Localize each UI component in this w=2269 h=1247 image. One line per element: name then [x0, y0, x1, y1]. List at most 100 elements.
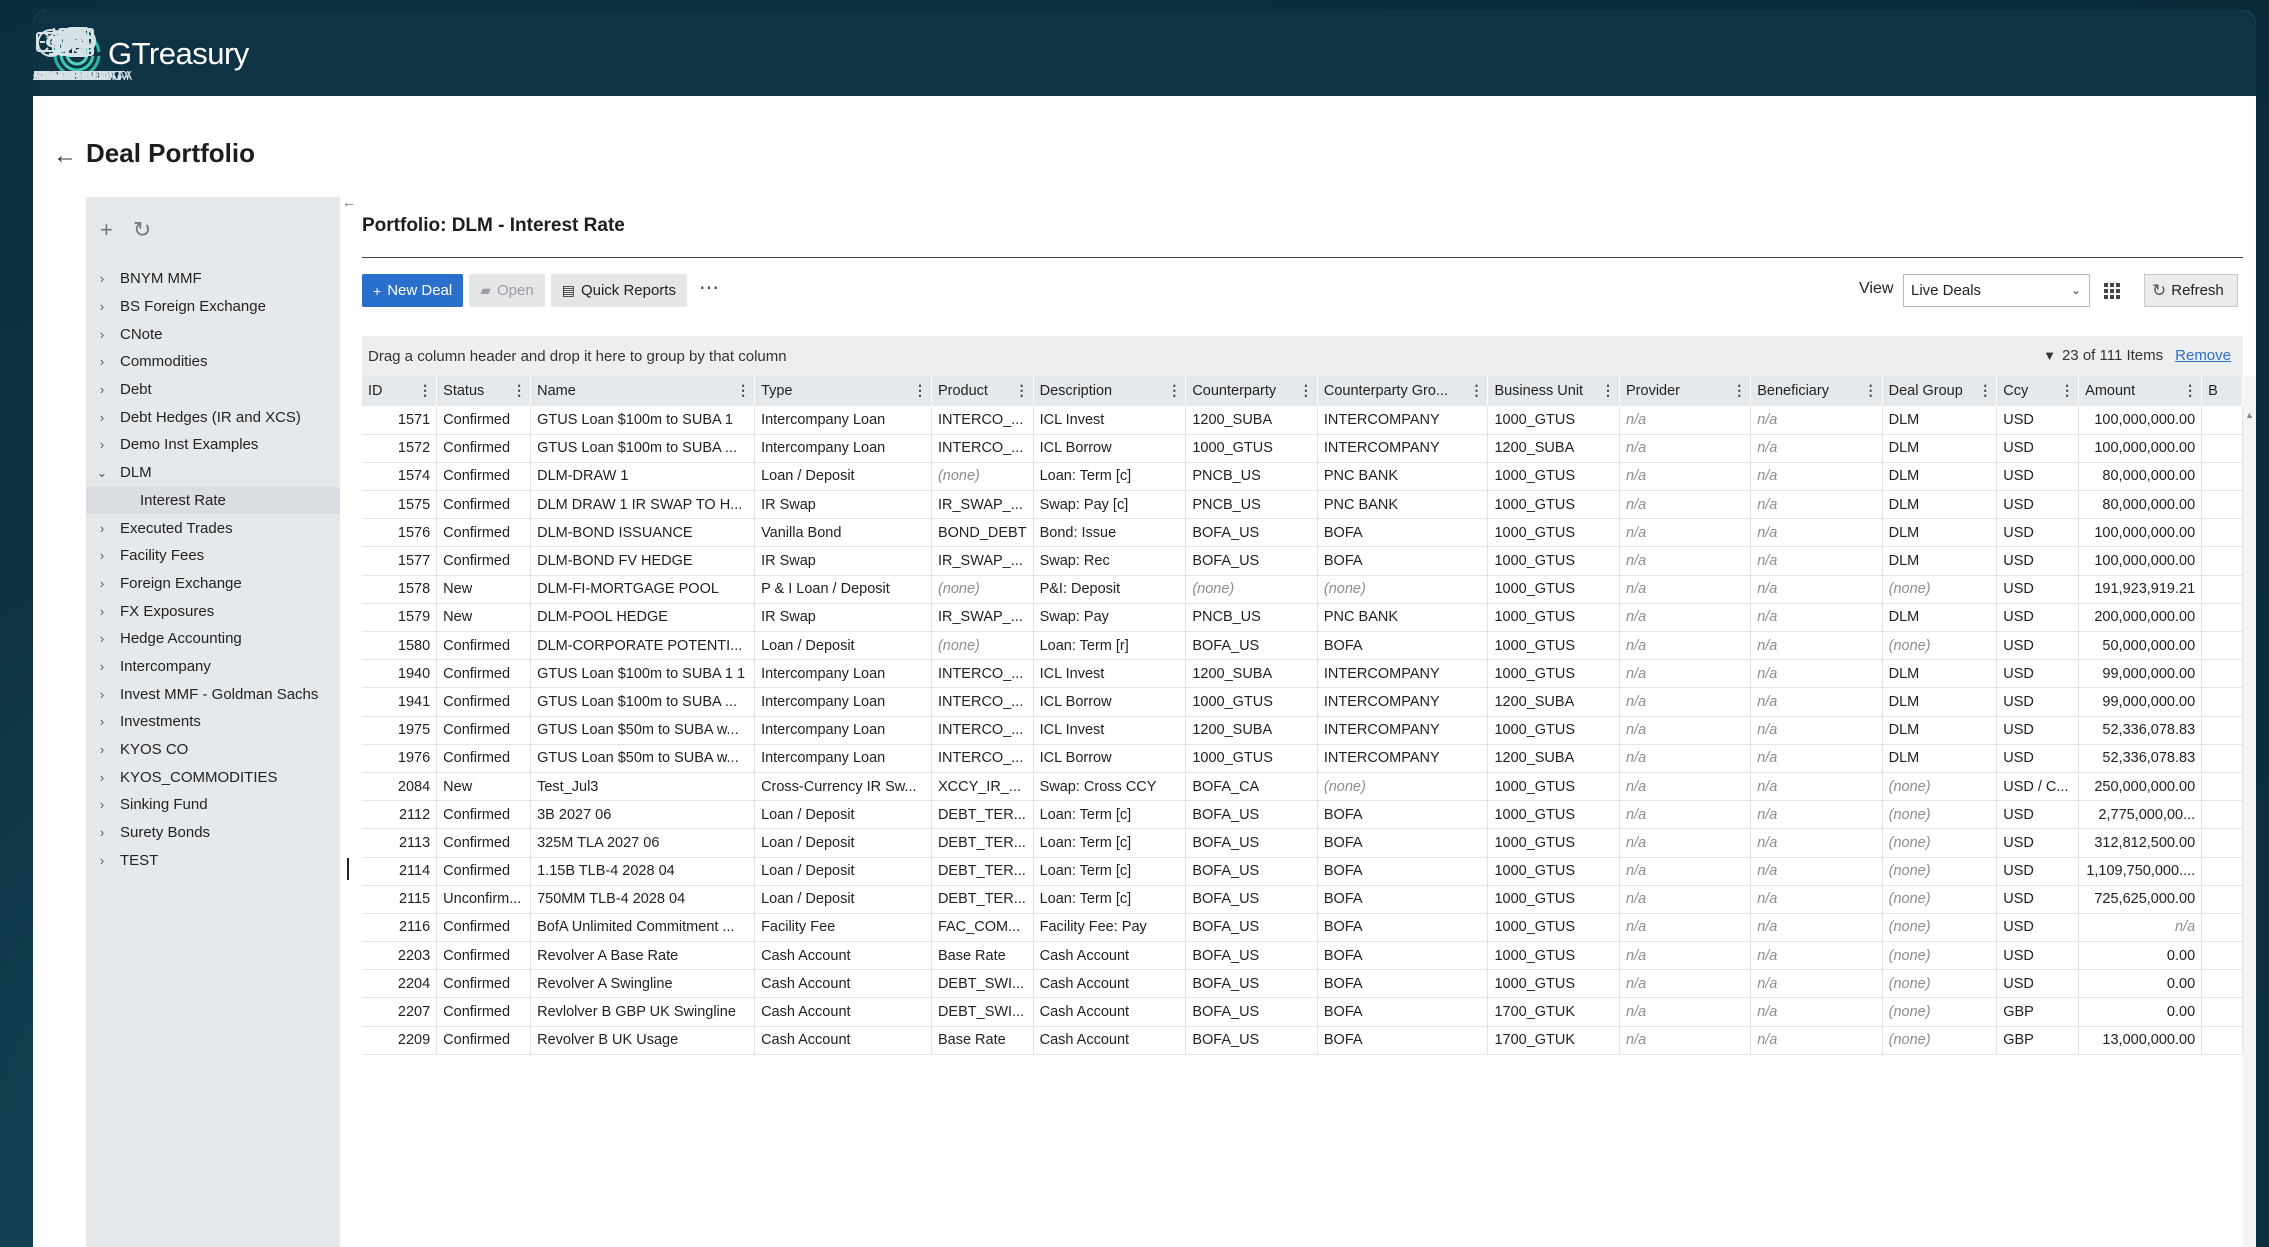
column-menu-icon[interactable]: ⋮ [1167, 382, 1181, 399]
chevron-right-icon[interactable]: › [92, 659, 112, 674]
column-menu-icon[interactable]: ⋮ [1978, 382, 1992, 399]
column-header[interactable]: Business Unit ⋮ [1487, 376, 1621, 406]
tree-item-kyos-commodities[interactable]: › KYOS_COMMODITIES [86, 763, 340, 791]
chevron-right-icon[interactable]: › [92, 714, 112, 729]
chevron-right-icon[interactable]: › [92, 327, 112, 342]
table-row[interactable]: 2084 New Test_Jul3 Cross-Currency IR Sw... X… [362, 772, 2243, 802]
back-arrow-icon[interactable]: ← [53, 142, 77, 170]
column-menu-icon[interactable]: ⋮ [913, 382, 927, 399]
chevron-right-icon[interactable]: › [92, 770, 112, 785]
column-chooser-grid-icon[interactable] [2103, 282, 2121, 300]
column-header[interactable]: Counterparty ⋮ [1185, 376, 1318, 406]
tree-item-bnym-mmf[interactable]: › BNYM MMF [86, 265, 340, 293]
table-row[interactable]: 1975 Confirmed GTUS Loan $50m to SUBA w...… [362, 716, 2243, 745]
column-menu-icon[interactable]: ⋮ [418, 382, 432, 399]
column-header[interactable]: Counterparty Gro... ⋮ [1317, 376, 1489, 406]
nav-admin[interactable]: ADMIN [33, 20, 76, 90]
chevron-right-icon[interactable]: › [92, 687, 112, 702]
tree-item-hedge-accounting[interactable]: › Hedge Accounting [86, 625, 340, 653]
tree-item-kyos-co[interactable]: › KYOS CO [86, 736, 340, 764]
tree-item-debt[interactable]: › Debt [86, 376, 340, 404]
tree-item-intercompany[interactable]: › Intercompany [86, 653, 340, 681]
tree-item-fx-exposures[interactable]: › FX Exposures [86, 597, 340, 625]
tree-item-executed-trades[interactable]: › Executed Trades [86, 514, 340, 542]
tree-item-interest-rate[interactable]: Interest Rate [86, 486, 340, 515]
chevron-right-icon[interactable]: › [92, 631, 112, 646]
table-row[interactable]: 1572 Confirmed GTUS Loan $100m to SUBA ...… [362, 434, 2243, 463]
table-row[interactable]: 2114 Confirmed 1.15B TLB-4 2028 04 Loan / D… [362, 857, 2243, 886]
collapse-sidebar-icon[interactable]: ← [342, 194, 356, 210]
column-header[interactable]: Deal Group ⋮ [1882, 376, 1998, 406]
table-row[interactable]: 1571 Confirmed GTUS Loan $100m to SUBA 1 In… [362, 406, 2243, 435]
tree-item-surety-bonds[interactable]: › Surety Bonds [86, 819, 340, 847]
table-row[interactable]: 1577 Confirmed DLM-BOND FV HEDGE IR Swap IR_… [362, 546, 2243, 576]
tree-item-cnote[interactable]: › CNote [86, 320, 340, 348]
chevron-right-icon[interactable]: › [92, 410, 112, 425]
table-row[interactable]: 1976 Confirmed GTUS Loan $50m to SUBA w...… [362, 744, 2243, 773]
chevron-right-icon[interactable]: › [92, 354, 112, 369]
chevron-right-icon[interactable]: › [92, 299, 112, 314]
column-menu-icon[interactable]: ⋮ [1864, 382, 1878, 399]
column-header[interactable]: Provider ⋮ [1619, 376, 1752, 406]
table-row[interactable]: 2115 Unconfirm... 750MM TLB-4 2028 04 Loan … [362, 885, 2243, 914]
tree-item-bs-foreign-exchange[interactable]: › BS Foreign Exchange [86, 293, 340, 321]
tree-item-test[interactable]: › TEST [86, 846, 340, 874]
column-header[interactable]: Description ⋮ [1033, 376, 1187, 406]
column-menu-icon[interactable]: ⋮ [512, 382, 526, 399]
table-row[interactable]: 1579 New DLM-POOL HEDGE IR Swap IR_SWAP_... S… [362, 603, 2243, 633]
tree-item-debt-hedges-ir-and-xcs[interactable]: › Debt Hedges (IR and XCS) [86, 403, 340, 431]
tree-item-sinking-fund[interactable]: › Sinking Fund [86, 791, 340, 819]
table-row[interactable]: 1940 Confirmed GTUS Loan $100m to SUBA 1 1… [362, 659, 2243, 689]
remove-filter-link[interactable]: Remove [2175, 347, 2231, 364]
refresh-button[interactable]: ↻ Refresh [2144, 274, 2238, 307]
column-menu-icon[interactable]: ⋮ [2060, 382, 2074, 399]
tree-item-dlm[interactable]: ⌄ DLM [86, 459, 340, 487]
new-deal-button[interactable]: + New Deal [362, 274, 464, 307]
tree-item-facility-fees[interactable]: › Facility Fees [86, 542, 340, 570]
column-header[interactable]: ID ⋮ [362, 376, 438, 406]
column-header[interactable]: Ccy ⋮ [1996, 376, 2080, 406]
table-row[interactable]: 2112 Confirmed 3B 2027 06 Loan / Deposit DEB… [362, 800, 2243, 830]
column-menu-icon[interactable]: ⋮ [1015, 382, 1029, 399]
table-row[interactable]: 1576 Confirmed DLM-BOND ISSUANCE Vanilla Bo… [362, 518, 2243, 548]
open-button[interactable]: ▰ Open [469, 274, 545, 307]
chevron-right-icon[interactable]: › [92, 382, 112, 397]
chevron-right-icon[interactable]: › [92, 271, 112, 286]
tree-item-investments[interactable]: › Investments [86, 708, 340, 736]
table-row[interactable]: 2116 Confirmed BofA Unlimited Commitment .… [362, 913, 2243, 943]
scroll-up-icon[interactable]: ▲ [2245, 410, 2254, 420]
column-header[interactable]: Status ⋮ [436, 376, 532, 406]
table-row[interactable]: 2204 Confirmed Revolver A Swingline Cash Ac… [362, 969, 2243, 999]
column-header[interactable]: Name ⋮ [530, 376, 756, 406]
chevron-right-icon[interactable]: › [92, 825, 112, 840]
table-row[interactable]: 1580 Confirmed DLM-CORPORATE POTENTI... Loa… [362, 631, 2243, 661]
table-row[interactable]: 2203 Confirmed Revolver A Base Rate Cash Ac… [362, 941, 2243, 971]
column-menu-icon[interactable]: ⋮ [1601, 382, 1615, 399]
column-menu-icon[interactable]: ⋮ [2183, 382, 2197, 399]
chevron-right-icon[interactable]: › [92, 437, 112, 452]
more-options-icon[interactable]: ⋯ [699, 274, 719, 307]
column-header[interactable]: Type ⋮ [754, 376, 932, 406]
column-menu-icon[interactable]: ⋮ [1469, 382, 1483, 399]
chevron-right-icon[interactable]: › [92, 853, 112, 868]
chevron-right-icon[interactable]: › [92, 521, 112, 536]
chevron-right-icon[interactable]: › [92, 576, 112, 591]
column-menu-icon[interactable]: ⋮ [1732, 382, 1746, 399]
column-header[interactable]: Beneficiary ⋮ [1750, 376, 1883, 406]
chevron-down-icon[interactable]: ⌄ [92, 465, 112, 481]
table-row[interactable]: 1574 Confirmed DLM-DRAW 1 Loan / Deposit (no… [362, 462, 2243, 492]
vertical-scrollbar[interactable]: ▲ [2243, 376, 2256, 1247]
table-row[interactable]: 2113 Confirmed 325M TLA 2027 06 Loan / Depo… [362, 828, 2243, 858]
table-row[interactable]: 1575 Confirmed DLM DRAW 1 IR SWAP TO H... I… [362, 490, 2243, 520]
add-icon[interactable]: + [100, 217, 113, 243]
column-header[interactable]: B [2201, 376, 2243, 406]
table-row[interactable]: 1578 New DLM-FI-MORTGAGE POOL P & I Loan / … [362, 575, 2243, 604]
column-header[interactable]: Amount ⋮ [2078, 376, 2203, 406]
group-by-drop-zone[interactable]: Drag a column header and drop it here to… [362, 336, 2243, 376]
chevron-right-icon[interactable]: › [92, 742, 112, 757]
tree-item-commodities[interactable]: › Commodities [86, 348, 340, 376]
table-row[interactable]: 1941 Confirmed GTUS Loan $100m to SUBA ...… [362, 687, 2243, 717]
column-menu-icon[interactable]: ⋮ [1299, 382, 1313, 399]
chevron-right-icon[interactable]: › [92, 604, 112, 619]
tree-item-demo-inst-examples[interactable]: › Demo Inst Examples [86, 431, 340, 459]
